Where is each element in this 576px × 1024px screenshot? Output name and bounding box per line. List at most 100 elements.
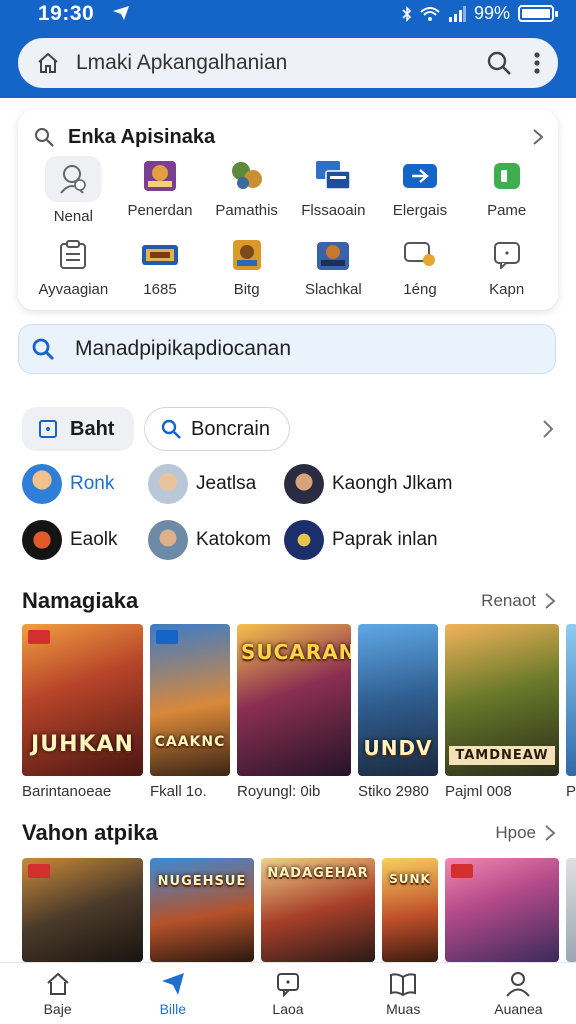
app-label: 1685 [143, 281, 177, 298]
green-app-icon [485, 156, 529, 196]
friend-name: Katokom [196, 529, 271, 550]
bluetooth-icon [402, 5, 412, 22]
section-title: Namagiaka [22, 588, 139, 613]
game-thumb-icon [311, 235, 355, 275]
search-icon [35, 128, 54, 147]
app-item[interactable]: Slachkal [290, 235, 377, 298]
game-cover: SUCARAN [237, 624, 351, 776]
avatar [148, 520, 188, 560]
section-more-link[interactable]: Renaot [481, 591, 536, 611]
game-tile[interactable]: Pi [566, 624, 576, 800]
section-more-link[interactable]: Hpoe [495, 823, 536, 843]
message-icon [277, 973, 299, 997]
search-icon[interactable] [486, 50, 512, 76]
game-label: Pajml 008 [445, 783, 512, 800]
chip-first-label: Baht [70, 417, 115, 440]
game-art-title: CAAKNC [154, 734, 226, 750]
apps-card: Enka Apisinaka Nenal Penerdan Pamathis F… [18, 110, 558, 310]
friend-item[interactable]: Katokom [148, 520, 284, 560]
more-vert-icon[interactable] [534, 52, 540, 74]
nav-label: Auanea [494, 1001, 543, 1017]
game-tile[interactable]: NUGEHSUE [150, 858, 254, 962]
chevron-right-icon[interactable] [544, 824, 556, 842]
top-search-bar[interactable]: Lmaki Apkangalhanian [18, 38, 558, 88]
send-icon [113, 6, 129, 20]
game-row: JUHKAN Barintanoeae CAAKNC Fkall 1o. SUC… [22, 624, 576, 800]
app-item[interactable]: Kapn [463, 235, 550, 298]
game-cover: UNDV [358, 624, 438, 776]
game-tile[interactable]: SUCARAN Royungl: 0ib [237, 624, 351, 800]
filter-chips: Baht Boncrain [22, 407, 558, 451]
square-icon [39, 420, 57, 438]
chevron-right-icon[interactable] [542, 419, 554, 439]
search-icon [32, 338, 55, 361]
nav-item-library[interactable]: Muas [346, 963, 461, 1024]
game-tile[interactable] [566, 858, 576, 962]
game-label: Pi [566, 783, 576, 800]
friend-item[interactable]: Eaolk [22, 520, 148, 560]
app-item[interactable]: Bitg [203, 235, 290, 298]
clipboard-icon [51, 235, 95, 275]
game-art-title: NADAGEHAR [267, 866, 369, 881]
arrow-badge-icon [398, 156, 442, 196]
nav-item-profile[interactable]: Auanea [461, 963, 576, 1024]
app-label: Pame [487, 202, 527, 219]
game-tile[interactable]: JUHKAN Barintanoeae [22, 624, 143, 800]
app-item[interactable]: 1685 [117, 235, 204, 298]
app-label: 1éng [403, 281, 437, 298]
game-tile[interactable]: NADAGEHAR [261, 858, 375, 962]
game-cover: TAMDNEAW [445, 624, 559, 776]
secondary-search-text: Manadpipikapdiocanan [75, 337, 291, 360]
game-badge [28, 864, 50, 878]
friend-item[interactable]: Paprak inlan [284, 520, 552, 560]
app-item[interactable]: Pamathis [203, 156, 290, 225]
avatar [22, 464, 62, 504]
secondary-search-field[interactable]: Manadpipikapdiocanan [18, 324, 556, 374]
game-tile[interactable]: UNDV Stiko 2980 [358, 624, 438, 800]
status-right: 99% [402, 3, 558, 24]
friend-item[interactable]: Kaongh Jlkam [284, 464, 552, 504]
nav-item-active[interactable]: Bille [115, 963, 230, 1024]
game-thumb-icon [225, 235, 269, 275]
nav-item-home[interactable]: Baje [0, 963, 115, 1024]
section-header: Namagiaka Renaot [22, 586, 556, 616]
app-item[interactable]: Ayvaagian [30, 235, 117, 298]
friend-item[interactable]: Jeatlsa [148, 464, 284, 504]
game-row: NUGEHSUE NADAGEHAR SUNK [22, 858, 576, 962]
avatar [284, 520, 324, 560]
friend-name: Kaongh Jlkam [332, 473, 453, 494]
app-item[interactable]: Elergais [377, 156, 464, 225]
app-item[interactable]: Nenal [30, 156, 117, 225]
app-item[interactable]: 1éng [377, 235, 464, 298]
game-tile[interactable]: SUNK [382, 858, 438, 962]
send-icon [161, 973, 184, 995]
game-tile[interactable] [445, 858, 559, 962]
search-icon [161, 419, 181, 439]
chip-second-label: Boncrain [191, 417, 270, 440]
chip-first[interactable]: Baht [22, 407, 134, 451]
app-item[interactable]: Pame [463, 156, 550, 225]
game-badge [156, 630, 178, 644]
game-tile[interactable]: TAMDNEAW Pajml 008 [445, 624, 559, 800]
chip-second[interactable]: Boncrain [144, 407, 290, 451]
app-label: Flssaoain [301, 202, 366, 219]
game-cover: SUNK [382, 858, 438, 962]
friend-item[interactable]: Ronk [22, 464, 148, 504]
game-art-title: SUNK [389, 872, 431, 886]
card-header[interactable]: Enka Apisinaka [34, 122, 544, 152]
nav-item-messages[interactable]: Laoa [230, 963, 345, 1024]
app-item[interactable]: Flssaoain [290, 156, 377, 225]
game-tile[interactable] [22, 858, 143, 962]
game-art-title: SUCARAN [241, 640, 351, 664]
nav-label: Baje [43, 1001, 72, 1017]
book-icon [390, 973, 417, 997]
chevron-right-icon[interactable] [532, 128, 544, 146]
game-badge [451, 864, 473, 878]
avatar [22, 520, 62, 560]
app-item[interactable]: Penerdan [117, 156, 204, 225]
app-label: Bitg [233, 281, 260, 298]
chevron-right-icon[interactable] [544, 592, 556, 610]
section-header: Vahon atpika Hpoe [22, 818, 556, 848]
game-tile[interactable]: CAAKNC Fkall 1o. [150, 624, 230, 800]
home-icon[interactable] [36, 51, 60, 75]
